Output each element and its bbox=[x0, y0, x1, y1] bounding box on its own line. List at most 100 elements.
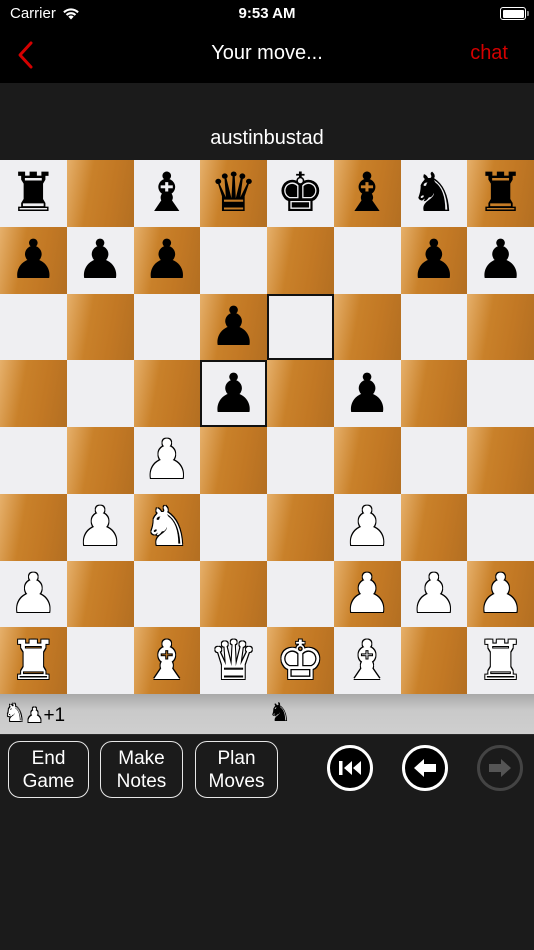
next-move-button[interactable] bbox=[477, 745, 523, 791]
white-rook-icon[interactable]: ♜ bbox=[9, 633, 57, 688]
square-f8[interactable]: ♝ bbox=[333, 160, 401, 227]
square-h5[interactable] bbox=[467, 360, 534, 427]
white-pawn-icon[interactable]: ♟ bbox=[343, 566, 391, 621]
black-king-icon[interactable]: ♚ bbox=[276, 166, 324, 220]
white-bishop-icon[interactable]: ♝ bbox=[343, 633, 391, 688]
square-e7[interactable] bbox=[267, 226, 334, 294]
square-h1[interactable]: ♜ bbox=[467, 627, 534, 694]
square-e2[interactable] bbox=[267, 560, 334, 628]
black-pawn-icon[interactable]: ♟ bbox=[209, 366, 257, 421]
white-pawn-icon[interactable]: ♟ bbox=[476, 566, 524, 621]
black-pawn-icon[interactable]: ♟ bbox=[343, 366, 391, 421]
square-e8[interactable]: ♚ bbox=[267, 160, 334, 227]
square-b1[interactable] bbox=[66, 627, 134, 694]
square-h6[interactable] bbox=[467, 293, 534, 361]
black-bishop-icon[interactable]: ♝ bbox=[143, 166, 191, 220]
square-b5[interactable] bbox=[66, 360, 134, 427]
black-knight-icon[interactable]: ♞ bbox=[410, 166, 458, 220]
square-c7[interactable]: ♟ bbox=[133, 226, 201, 294]
square-b6[interactable] bbox=[66, 293, 134, 361]
square-g4[interactable] bbox=[400, 427, 468, 494]
square-a6[interactable] bbox=[0, 293, 67, 361]
square-a1[interactable]: ♜ bbox=[0, 627, 67, 694]
black-rook-icon[interactable]: ♜ bbox=[9, 166, 57, 220]
white-pawn-icon[interactable]: ♟ bbox=[9, 566, 57, 621]
square-a7[interactable]: ♟ bbox=[0, 226, 67, 294]
white-bishop-icon[interactable]: ♝ bbox=[143, 633, 191, 688]
square-f4[interactable] bbox=[333, 427, 401, 494]
white-pawn-icon[interactable]: ♟ bbox=[410, 566, 458, 621]
black-pawn-icon[interactable]: ♟ bbox=[410, 233, 458, 287]
make-notes-button[interactable]: Make Notes bbox=[100, 741, 183, 798]
square-h7[interactable]: ♟ bbox=[467, 226, 534, 294]
white-king-icon[interactable]: ♚ bbox=[276, 633, 324, 688]
square-e1[interactable]: ♚ bbox=[267, 627, 334, 694]
square-a2[interactable]: ♟ bbox=[0, 560, 67, 628]
white-pawn-icon[interactable]: ♟ bbox=[343, 500, 391, 554]
square-d4[interactable] bbox=[200, 427, 267, 494]
square-b3[interactable]: ♟ bbox=[66, 493, 134, 561]
square-b2[interactable] bbox=[66, 560, 134, 628]
white-knight-icon[interactable]: ♞ bbox=[143, 500, 191, 554]
plan-moves-button[interactable]: Plan Moves bbox=[195, 741, 278, 798]
previous-move-button[interactable] bbox=[402, 745, 448, 791]
square-b8[interactable] bbox=[66, 160, 134, 227]
square-f6[interactable] bbox=[333, 293, 401, 361]
square-h8[interactable]: ♜ bbox=[467, 160, 534, 227]
square-a3[interactable] bbox=[0, 493, 67, 561]
square-d8[interactable]: ♛ bbox=[200, 160, 267, 227]
square-h2[interactable]: ♟ bbox=[467, 560, 534, 628]
square-h3[interactable] bbox=[467, 493, 534, 561]
square-c5[interactable] bbox=[133, 360, 201, 427]
square-f2[interactable]: ♟ bbox=[333, 560, 401, 628]
square-e5[interactable] bbox=[267, 360, 334, 427]
square-f3[interactable]: ♟ bbox=[333, 493, 401, 561]
square-e6[interactable] bbox=[267, 293, 334, 361]
square-d6[interactable]: ♟ bbox=[200, 293, 267, 361]
square-f1[interactable]: ♝ bbox=[333, 627, 401, 694]
square-b7[interactable]: ♟ bbox=[66, 226, 134, 294]
square-g6[interactable] bbox=[400, 293, 468, 361]
square-d3[interactable] bbox=[200, 493, 267, 561]
square-c6[interactable] bbox=[133, 293, 201, 361]
square-g8[interactable]: ♞ bbox=[400, 160, 468, 227]
square-e3[interactable] bbox=[267, 493, 334, 561]
black-pawn-icon[interactable]: ♟ bbox=[476, 233, 524, 287]
square-d7[interactable] bbox=[200, 226, 267, 294]
square-g2[interactable]: ♟ bbox=[400, 560, 468, 628]
end-game-button[interactable]: End Game bbox=[8, 741, 89, 798]
first-move-button[interactable] bbox=[327, 745, 373, 791]
square-c1[interactable]: ♝ bbox=[133, 627, 201, 694]
square-c3[interactable]: ♞ bbox=[133, 493, 201, 561]
black-rook-icon[interactable]: ♜ bbox=[476, 166, 524, 220]
square-e4[interactable] bbox=[267, 427, 334, 494]
square-c8[interactable]: ♝ bbox=[133, 160, 201, 227]
square-g3[interactable] bbox=[400, 493, 468, 561]
square-f5[interactable]: ♟ bbox=[333, 360, 401, 427]
square-d5[interactable]: ♟ bbox=[200, 360, 267, 427]
square-g5[interactable] bbox=[400, 360, 468, 427]
square-b4[interactable] bbox=[66, 427, 134, 494]
square-g1[interactable] bbox=[400, 627, 468, 694]
black-pawn-icon[interactable]: ♟ bbox=[9, 233, 57, 287]
square-d2[interactable] bbox=[200, 560, 267, 628]
black-queen-icon[interactable]: ♛ bbox=[209, 166, 257, 220]
black-pawn-icon[interactable]: ♟ bbox=[143, 233, 191, 287]
white-rook-icon[interactable]: ♜ bbox=[476, 633, 524, 688]
black-pawn-icon[interactable]: ♟ bbox=[209, 299, 257, 354]
white-queen-icon[interactable]: ♛ bbox=[209, 633, 257, 688]
black-pawn-icon[interactable]: ♟ bbox=[76, 233, 124, 287]
square-d1[interactable]: ♛ bbox=[200, 627, 267, 694]
square-a5[interactable] bbox=[0, 360, 67, 427]
square-a8[interactable]: ♜ bbox=[0, 160, 67, 227]
white-pawn-icon[interactable]: ♟ bbox=[143, 433, 191, 487]
square-c4[interactable]: ♟ bbox=[133, 427, 201, 494]
black-bishop-icon[interactable]: ♝ bbox=[343, 166, 391, 220]
square-c2[interactable] bbox=[133, 560, 201, 628]
white-pawn-icon[interactable]: ♟ bbox=[76, 500, 124, 554]
square-a4[interactable] bbox=[0, 427, 67, 494]
square-h4[interactable] bbox=[467, 427, 534, 494]
square-g7[interactable]: ♟ bbox=[400, 226, 468, 294]
square-f7[interactable] bbox=[333, 226, 401, 294]
chat-button[interactable]: chat bbox=[470, 42, 508, 65]
